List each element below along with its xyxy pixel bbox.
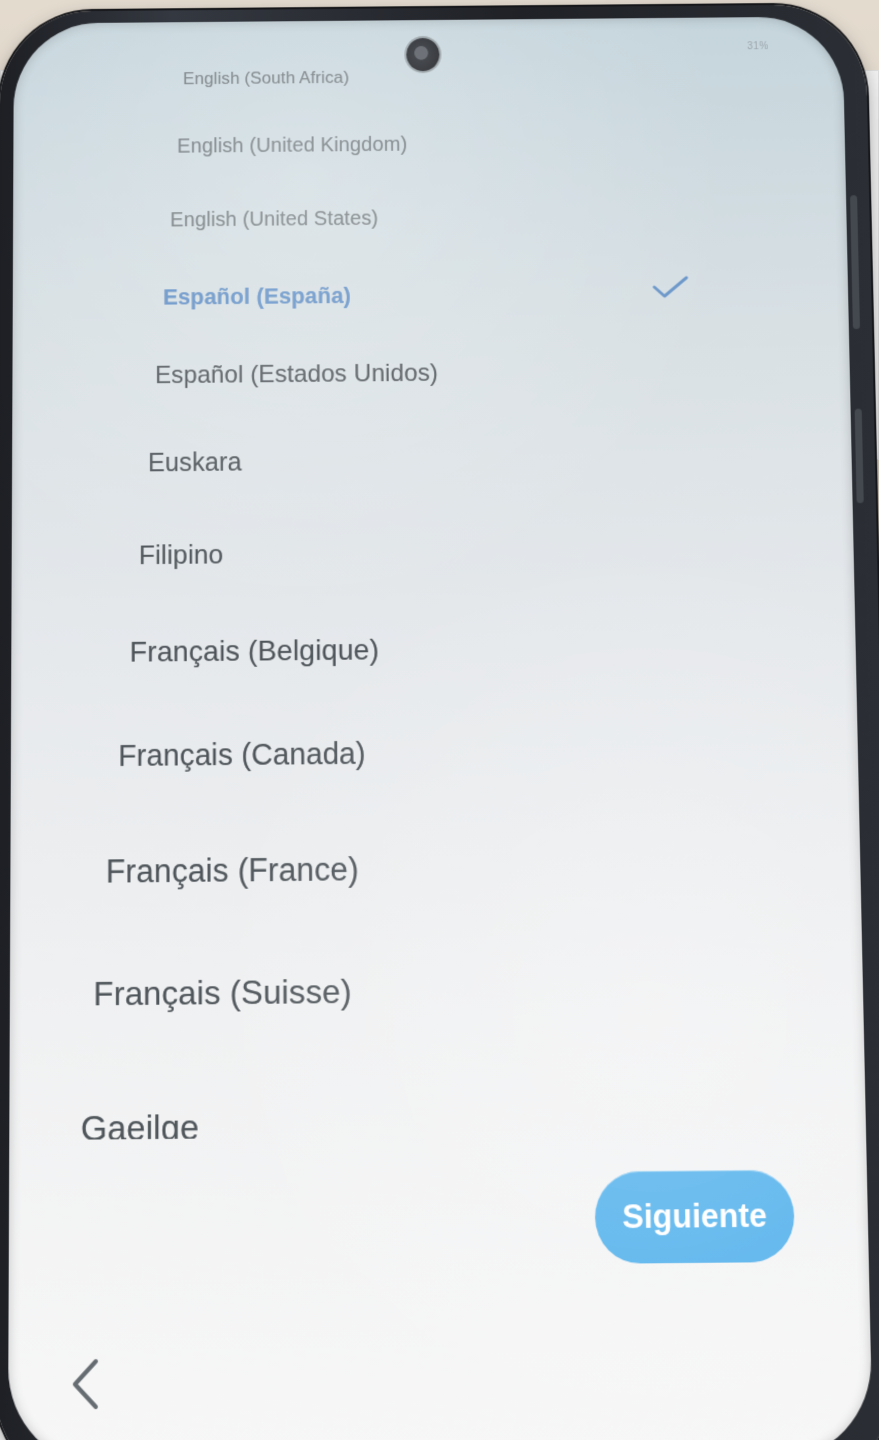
checkmark-icon [652, 276, 689, 301]
language-option[interactable]: English (South Africa) [183, 68, 349, 90]
power-key [855, 409, 864, 503]
language-option[interactable]: Français (Suisse) [93, 972, 351, 1014]
language-list[interactable]: English (South Africa) English (United K… [9, 16, 866, 1140]
language-option[interactable]: English (United Kingdom) [177, 134, 407, 159]
language-option-selected[interactable]: Español (España) [163, 283, 351, 311]
photo-scene: 31% English (South Africa) English (Unit… [0, 0, 879, 1440]
language-option[interactable]: Filipino [139, 539, 224, 572]
language-option[interactable]: Euskara [148, 448, 242, 479]
language-option[interactable]: Français (France) [106, 851, 359, 891]
language-option[interactable]: Español (Estados Unidos) [155, 359, 438, 390]
volume-key [850, 195, 860, 329]
back-chevron-icon[interactable] [67, 1357, 103, 1412]
next-button[interactable]: Siguiente [594, 1170, 795, 1264]
language-option[interactable]: Français (Belgique) [130, 633, 380, 668]
language-option[interactable]: Gaeilge [81, 1108, 199, 1141]
language-option[interactable]: English (United States) [170, 207, 378, 232]
language-option[interactable]: Français (Canada) [118, 738, 366, 775]
smartphone: 31% English (South Africa) English (Unit… [0, 4, 879, 1440]
language-selection-screen: 31% English (South Africa) English (Unit… [8, 16, 873, 1440]
